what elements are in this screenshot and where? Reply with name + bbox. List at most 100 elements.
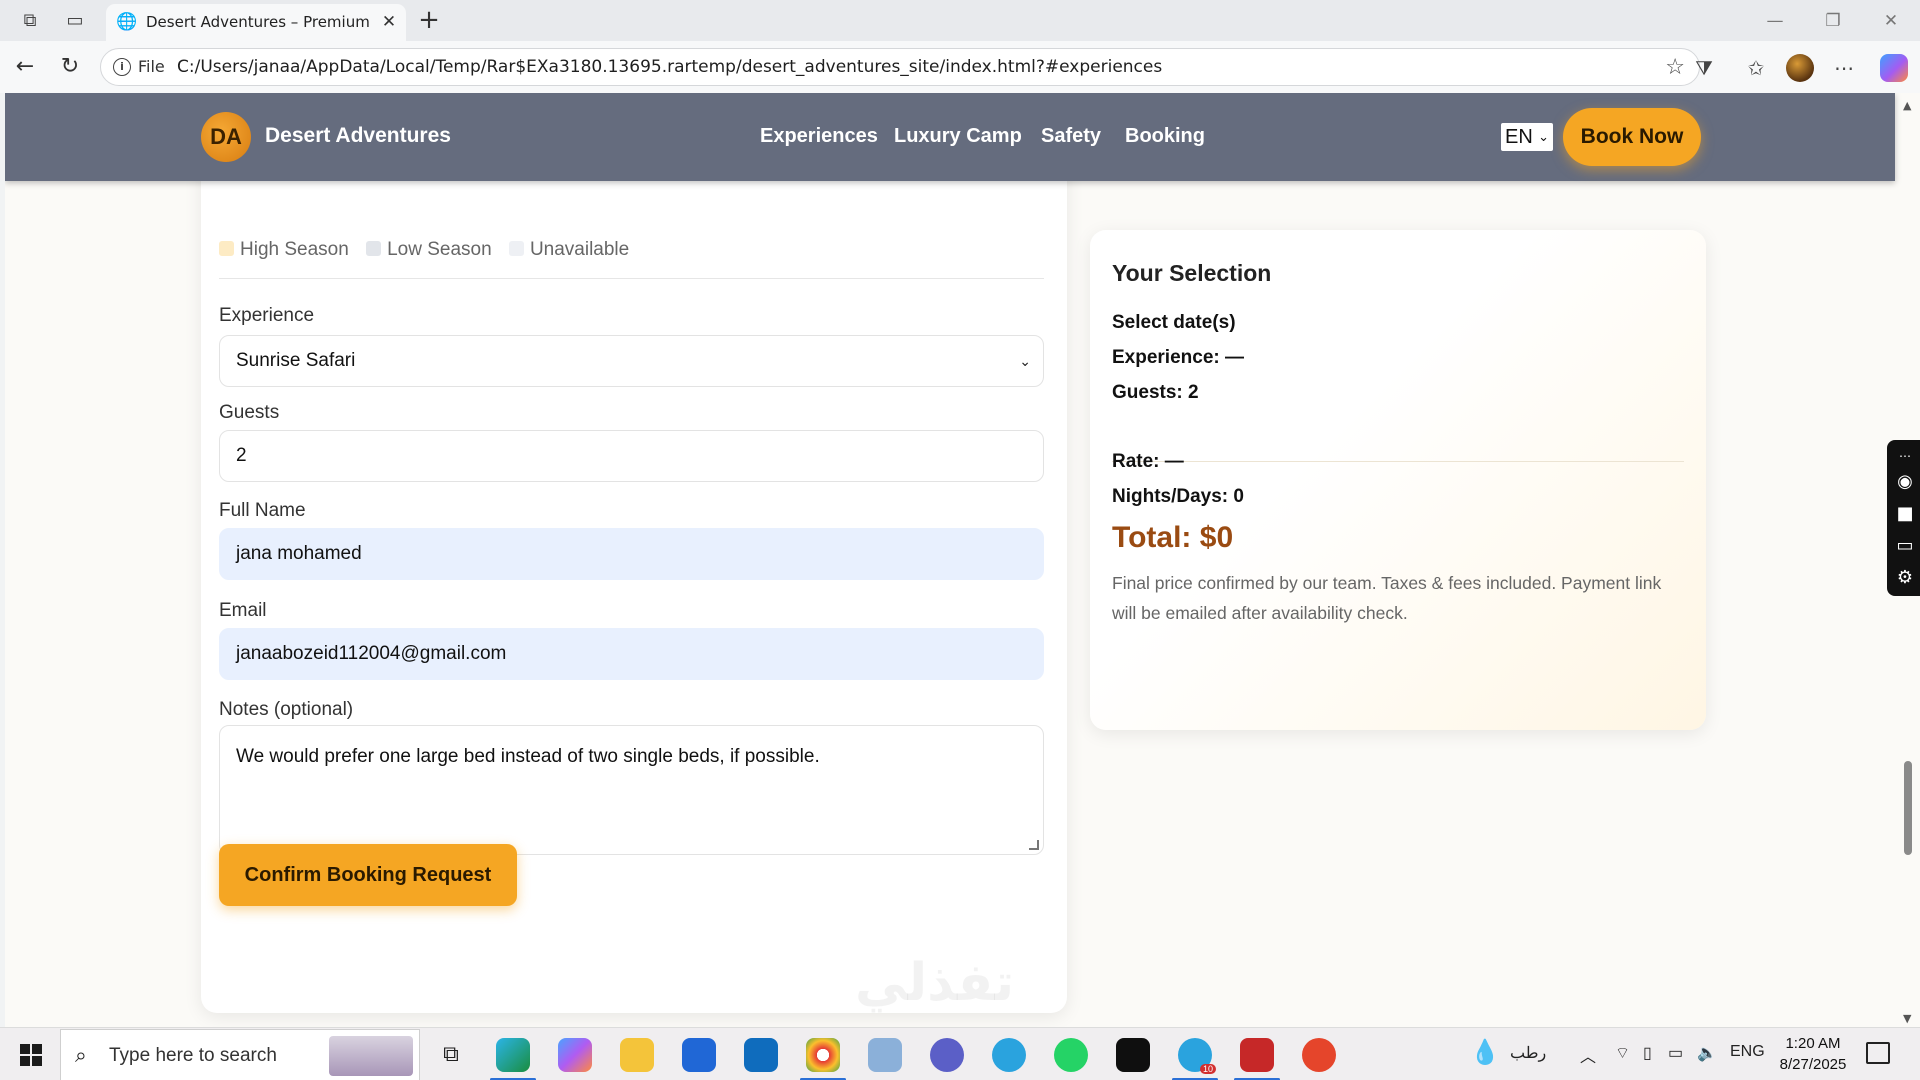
taskbar-search[interactable]: ⌕ Type here to search [60,1029,420,1080]
tray-chevron-up-icon[interactable]: ︿ [1580,1043,1596,1067]
search-icon: ⌕ [75,1043,87,1067]
restore-button[interactable]: ❐ [1813,6,1853,36]
legend-unavailable: Unavailable [508,239,629,261]
copilot-icon[interactable] [1880,54,1908,82]
new-tab-button[interactable]: + [414,6,444,36]
legend-high-season: High Season [219,239,349,261]
vertical-tabs-icon[interactable]: ▭ [62,8,88,34]
tab-title: Desert Adventures – Premium Saf [146,13,370,31]
legend-swatch [219,241,234,256]
confirm-booking-button[interactable]: Confirm Booking Request [219,844,517,906]
chevron-down-icon: ⌄ [1019,353,1031,369]
video-icon[interactable]: ■ [1893,502,1917,526]
chrome-icon[interactable] [806,1038,840,1072]
email-input[interactable]: janaabozeid112004@gmail.com [219,628,1044,680]
notes-textarea[interactable]: We would prefer one large bed instead of… [219,725,1044,855]
input-language[interactable]: ENG [1730,1043,1765,1061]
browser-tab-bar: ⧉ ▭ 🌐 Desert Adventures – Premium Saf ✕ … [0,0,1920,41]
scrollbar-thumb[interactable] [1904,761,1912,855]
book-now-button[interactable]: Book Now [1563,108,1701,166]
watermark-text: ﺗﻔﺬﻟﻲ [855,953,1015,1013]
extensions-icon[interactable]: ⧩ [1690,55,1718,81]
window-icon[interactable]: ▭ [1893,534,1917,558]
selection-summary-card: Your Selection Select date(s) Experience… [1090,230,1706,730]
media-app-icon[interactable] [1116,1038,1150,1072]
address-bar[interactable]: i File C:/Users/janaa/AppData/Local/Temp… [100,48,1700,86]
full-name-input[interactable]: jana mohamed [219,528,1044,580]
nav-experiences[interactable]: Experiences [760,125,878,148]
notification-center-icon[interactable] [1866,1042,1890,1064]
more-menu-icon[interactable]: ⋯ [1830,55,1858,81]
nav-booking[interactable]: Booking [1125,125,1205,148]
language-select[interactable]: EN ⌄ [1501,123,1553,151]
system-clock[interactable]: 1:20 AM 8/27/2025 [1770,1033,1856,1075]
globe-icon: 🌐 [116,12,138,32]
scroll-up-arrow-icon[interactable]: ▲ [1903,99,1911,112]
nav-luxury-camp[interactable]: Luxury Camp [894,125,1022,148]
gear-icon[interactable]: ⚙ [1893,566,1917,590]
full-name-label: Full Name [219,500,306,521]
copilot-app-icon[interactable] [558,1038,592,1072]
chevron-down-icon: ⌄ [1538,129,1549,144]
windows-taskbar: ⌕ Type here to search ⧉ 10 💧 رطب ︿ ⌔ ▯ ▭… [0,1027,1920,1080]
experience-select[interactable]: Sunrise Safari ⌄ [219,335,1044,387]
nav-safety[interactable]: Safety [1041,125,1101,148]
wps-office-icon[interactable] [1240,1038,1274,1072]
email-label: Email [219,600,267,621]
profile-avatar[interactable] [1786,54,1814,82]
outlook-icon[interactable] [744,1038,778,1072]
camera-icon[interactable]: ◉ [1893,470,1917,494]
store-icon[interactable] [682,1038,716,1072]
volume-icon[interactable]: 🔈 [1697,1043,1717,1063]
logo-badge[interactable]: DA [201,112,251,162]
browser-tab[interactable]: 🌐 Desert Adventures – Premium Saf ✕ [106,4,406,41]
site-header: DA Desert Adventures Experiences Luxury … [5,93,1895,181]
toolbar-more-icon[interactable]: ⋯ [1893,444,1917,468]
summary-divider [1112,461,1684,462]
address-toolbar: ← ↻ i File C:/Users/janaa/AppData/Local/… [0,41,1920,93]
minimize-button[interactable]: — [1755,6,1795,36]
page-viewport: High Season Low Season Unavailable Exper… [5,93,1920,1027]
guests-input[interactable]: 2 [219,430,1044,482]
telegram-second-icon[interactable]: 10 [1178,1038,1216,1074]
close-tab-icon[interactable]: ✕ [378,11,400,33]
search-highlight-image [329,1036,413,1076]
scroll-down-arrow-icon[interactable]: ▼ [1903,1012,1911,1025]
battery-icon[interactable]: ▭ [1668,1043,1683,1063]
pdf-app-icon[interactable] [1302,1038,1336,1072]
battery-saver-icon[interactable]: ▯ [1643,1043,1652,1063]
weather-drop-icon[interactable]: 💧 [1470,1038,1500,1067]
season-legend: High Season Low Season Unavailable [219,239,641,263]
discord-icon[interactable] [930,1038,964,1072]
legend-swatch [508,241,524,256]
back-arrow-icon[interactable]: ← [10,53,40,81]
wifi-icon[interactable]: ⌔ [1615,1043,1630,1063]
favorites-icon[interactable]: ✩ [1742,55,1770,81]
info-icon[interactable]: i [113,58,131,76]
url-text[interactable]: C:/Users/janaa/AppData/Local/Temp/Rar$EX… [177,57,1162,77]
close-window-button[interactable]: ✕ [1871,6,1911,36]
summary-nights: Nights/Days: 0 [1112,486,1244,507]
whatsapp-icon[interactable] [1054,1038,1088,1072]
legend-divider [219,278,1044,279]
favorite-star-icon[interactable]: ☆ [1665,55,1685,80]
brand-name[interactable]: Desert Adventures [265,124,451,148]
booking-form-card: High Season Low Season Unavailable Exper… [201,133,1067,1013]
summary-dates: Select date(s) [1112,312,1236,333]
url-scheme-label: File [138,57,165,76]
refresh-icon[interactable]: ↻ [55,53,85,81]
guests-label: Guests [219,402,280,423]
legend-swatch [366,241,382,256]
windows-start-icon[interactable] [20,1044,42,1066]
edge-icon[interactable] [496,1038,530,1072]
photos-icon[interactable] [868,1038,902,1072]
language-value: EN [1505,126,1533,148]
file-explorer-icon[interactable] [620,1038,654,1072]
capture-toolbar: ⋯ ◉ ■ ▭ ⚙ [1887,440,1920,596]
workspaces-icon[interactable]: ⧉ [17,8,43,34]
summary-total: Total: $0 [1112,521,1234,554]
weather-text: رطب [1510,1045,1547,1062]
resize-handle-icon[interactable] [1029,840,1039,850]
task-view-icon[interactable]: ⧉ [434,1038,468,1072]
telegram-icon[interactable] [992,1038,1026,1072]
